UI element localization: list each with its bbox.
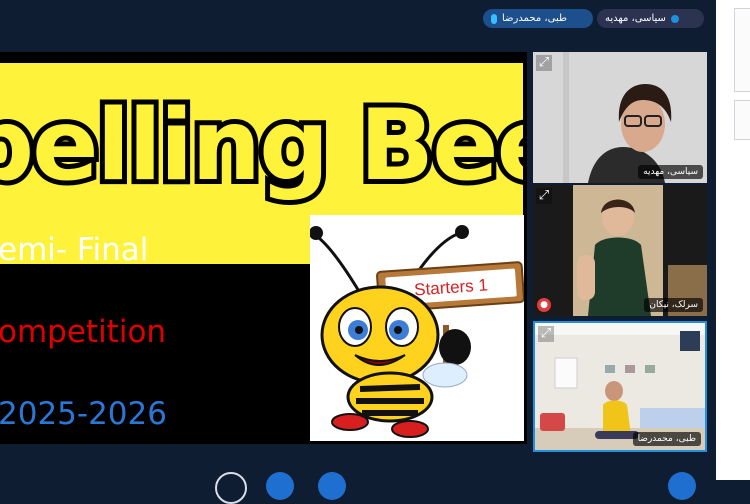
bee-drawing: Starters 1 xyxy=(310,225,524,438)
side-panel xyxy=(716,0,750,480)
active-speaker-name: طبی، محمدرضا xyxy=(502,13,567,24)
semi-final-text: emi- Final xyxy=(0,232,149,268)
participant-tile[interactable]: ⤢ ● سرلک، نیکان xyxy=(533,185,707,316)
top-bar: طبی، محمدرضا سیاسی، مهدیه xyxy=(0,0,716,36)
expand-icon[interactable]: ⤢ xyxy=(536,188,552,204)
toolbar-button[interactable] xyxy=(668,472,696,500)
participant-name-tag: سیاسی، مهدیه xyxy=(638,165,703,179)
participant-name-tag: سرلک، نیکان xyxy=(644,298,703,312)
participant-tile[interactable]: ⤢ سیاسی، مهدیه xyxy=(533,52,707,183)
banner-title: pelling Bee xyxy=(0,84,523,208)
presenter-name: سیاسی، مهدیه xyxy=(605,13,666,24)
bottom-toolbar xyxy=(0,462,716,504)
expand-icon[interactable]: ⤢ xyxy=(538,326,554,342)
side-panel-box[interactable] xyxy=(734,100,750,140)
year-text: 2025-2026 xyxy=(0,396,167,432)
side-panel-box[interactable] xyxy=(734,8,750,92)
participant-video xyxy=(535,323,705,450)
shared-screen: pelling Bee emi- Final ompetition 2025-2… xyxy=(0,52,527,444)
status-dot-icon xyxy=(670,14,679,23)
active-speaker-chip[interactable]: طبی، محمدرضا xyxy=(483,9,593,28)
participant-tile-active[interactable]: ⤢ طبی، محمدرضا xyxy=(533,321,707,452)
toolbar-button[interactable] xyxy=(266,472,294,500)
presenter-chip[interactable]: سیاسی، مهدیه xyxy=(597,9,704,28)
participant-video xyxy=(533,185,707,316)
toolbar-button[interactable] xyxy=(318,472,346,500)
participant-name-tag: طبی، محمدرضا xyxy=(632,432,701,446)
participant-video xyxy=(533,52,707,183)
competition-text: ompetition xyxy=(0,314,167,350)
expand-icon[interactable]: ⤢ xyxy=(536,55,552,71)
bee-illustration: Starters 1 xyxy=(310,215,524,441)
toolbar-button[interactable] xyxy=(215,472,247,504)
mic-icon xyxy=(491,13,497,24)
muted-icon: ● xyxy=(537,298,551,312)
